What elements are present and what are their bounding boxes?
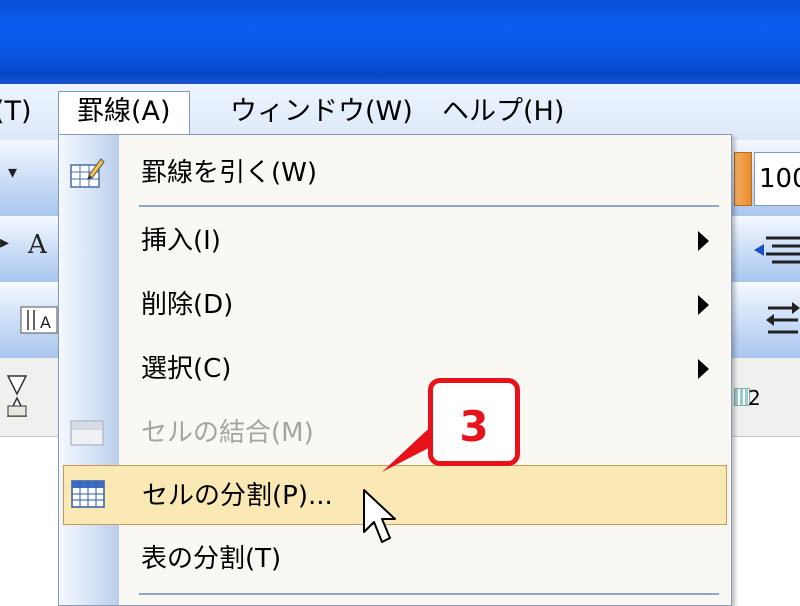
ruler-number: 2 xyxy=(748,386,761,410)
svg-text:A: A xyxy=(40,313,51,332)
menu-item-draw-table[interactable]: 罫線を引く(W) xyxy=(59,143,731,203)
align-right-icon[interactable] xyxy=(752,234,800,266)
dropdown-arrow-icon[interactable]: ▾ xyxy=(8,162,17,183)
menu-table[interactable]: 罫線(A) xyxy=(58,91,190,136)
autoformat-icon[interactable]: A xyxy=(20,306,60,336)
mouse-cursor-icon xyxy=(363,489,396,543)
pencil-table-icon xyxy=(70,158,105,188)
menu-item-label: 削除(D) xyxy=(141,290,234,320)
merge-cells-icon xyxy=(70,420,104,446)
menu-item-label: セルの結合(M) xyxy=(141,418,314,448)
font-color-icon[interactable]: A xyxy=(28,230,47,260)
split-cells-icon xyxy=(71,480,105,508)
menu-item-insert[interactable]: 挿入(I) xyxy=(59,211,731,271)
window-title-bar xyxy=(0,0,800,84)
menu-help[interactable]: ヘルプ(H) xyxy=(442,92,564,132)
submenu-arrow-icon xyxy=(698,359,709,379)
menu-item-label: 選択(C) xyxy=(141,354,232,384)
menu-item-label: 挿入(I) xyxy=(141,226,221,256)
submenu-arrow-icon xyxy=(698,295,709,315)
menu-item-label: 罫線を引く(W) xyxy=(141,158,317,188)
menu-item-merge-cells: セルの結合(M) xyxy=(59,403,731,463)
zoom-dropdown-edge[interactable] xyxy=(734,152,752,206)
tab-selector-icon[interactable] xyxy=(6,372,28,420)
menu-separator xyxy=(139,205,719,207)
menu-item-select[interactable]: 選択(C) xyxy=(59,339,731,399)
menu-item-label: セルの分割(P)... xyxy=(142,481,333,511)
distribute-columns-icon[interactable] xyxy=(764,300,800,340)
step-number-callout: 3 xyxy=(428,378,520,466)
menu-item-delete[interactable]: 削除(D) xyxy=(59,275,731,335)
menu-item-label: 表の分割(T) xyxy=(141,544,282,574)
menu-tools-partial[interactable]: (T) xyxy=(0,92,32,132)
dropdown-arrow-icon[interactable]: ▸ xyxy=(0,232,9,253)
zoom-field[interactable]: 100 xyxy=(754,152,800,206)
menu-window[interactable]: ウィンドウ(W) xyxy=(230,92,413,132)
menu-bar: (T) 罫線(A) ウィンドウ(W) ヘルプ(H) xyxy=(0,84,800,140)
submenu-arrow-icon xyxy=(698,231,709,251)
